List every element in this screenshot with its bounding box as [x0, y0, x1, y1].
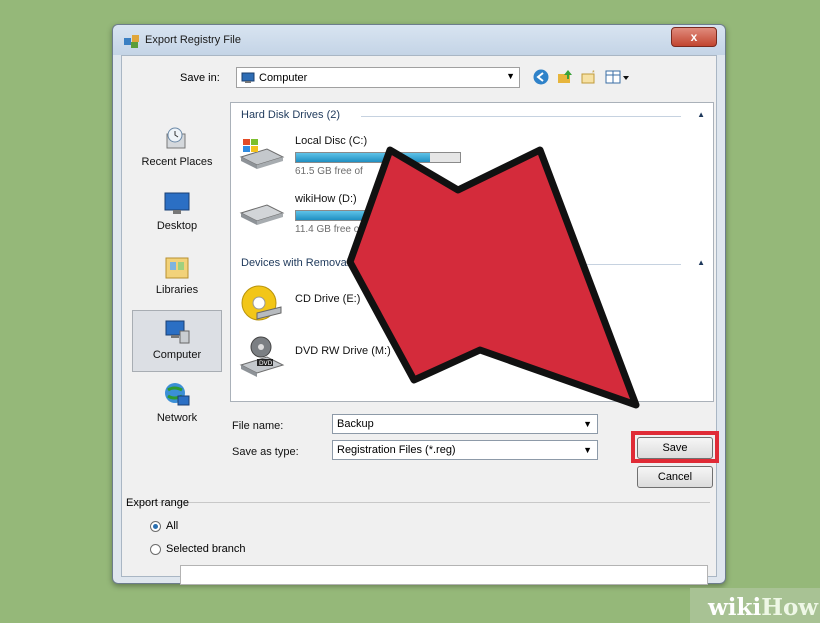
place-label: Recent Places: [141, 156, 213, 168]
close-icon: x: [690, 30, 698, 44]
drive-item-d[interactable]: wikiHow (D:) 11.4 GB free of 104 GB: [237, 189, 537, 239]
drive-name: Local Disc (C:): [295, 135, 368, 147]
drive-free-space: 11.4 GB free of 104 GB: [295, 224, 399, 235]
cancel-button[interactable]: Cancel: [637, 466, 713, 488]
svg-text:*: *: [592, 70, 595, 77]
computer-icon: [241, 72, 255, 83]
up-folder-icon[interactable]: [556, 68, 574, 86]
export-registry-dialog: Export Registry File x Save in: Computer…: [112, 24, 726, 585]
selected-branch-input[interactable]: [180, 565, 708, 585]
window-title: Export Registry File: [145, 34, 241, 46]
collapse-chevron-icon[interactable]: ▲: [697, 110, 705, 119]
hard-drive-windows-icon: [239, 139, 285, 169]
export-all-radio[interactable]: [150, 521, 161, 532]
save-in-value: Computer: [259, 72, 308, 84]
file-name-value: Backup: [337, 418, 374, 430]
place-desktop[interactable]: Desktop: [132, 182, 222, 244]
drive-usage-fill: [296, 211, 442, 220]
save-in-label: Save in:: [180, 72, 220, 84]
group-divider: [461, 264, 681, 265]
save-as-type-label: Save as type:: [232, 446, 299, 458]
places-bar: Recent Places Desktop Libraries Computer…: [132, 118, 224, 440]
place-recent-places[interactable]: Recent Places: [132, 118, 222, 180]
drive-item-c[interactable]: Local Disc (C:) 61.5 GB free of: [237, 131, 537, 181]
place-computer[interactable]: Computer: [132, 310, 222, 372]
file-list-pane[interactable]: Hard Disk Drives (2) ▲ Local Disc (C:) 6…: [230, 102, 714, 402]
export-range-title: Export range: [126, 497, 189, 509]
view-menu-icon[interactable]: [604, 68, 632, 86]
hard-drive-icon: [239, 204, 285, 225]
drive-free-space: 61.5 GB free of: [295, 166, 363, 177]
cd-drive-icon: [241, 285, 282, 321]
computer-icon: [165, 320, 190, 344]
save-as-type-value: Registration Files (*.reg): [337, 444, 456, 456]
new-folder-icon[interactable]: *: [580, 68, 598, 86]
place-label: Desktop: [156, 220, 198, 232]
libraries-icon: [165, 257, 189, 279]
dvd-drive-icon: DVD: [239, 336, 285, 377]
save-button-highlight: [631, 431, 719, 463]
export-selected-branch-label: Selected branch: [166, 543, 246, 555]
place-label: Computer: [152, 349, 202, 361]
chevron-down-icon: ▼: [506, 71, 515, 81]
place-label: Libraries: [155, 284, 199, 296]
watermark-how: How: [761, 594, 819, 621]
desktop-icon: [164, 192, 190, 214]
export-selected-branch-radio[interactable]: [150, 544, 161, 555]
watermark-wiki: wiki: [708, 594, 762, 621]
group-divider: [361, 116, 681, 117]
place-network[interactable]: Network: [132, 374, 222, 436]
drive-usage-fill: [296, 153, 431, 162]
place-label: Network: [156, 412, 198, 424]
registry-editor-icon: [124, 35, 139, 48]
drive-usage-bar: [295, 210, 461, 221]
chevron-down-icon[interactable]: ▼: [583, 419, 592, 429]
export-range-group: Export range All Selected branch: [126, 497, 710, 585]
group-header-hdd[interactable]: Hard Disk Drives (2): [241, 109, 340, 121]
export-all-label: All: [166, 520, 179, 532]
back-icon[interactable]: [532, 68, 550, 86]
file-name-label: File name:: [232, 420, 284, 432]
file-name-input[interactable]: Backup ▼: [332, 414, 598, 434]
drive-usage-bar: [295, 152, 461, 163]
wikihow-watermark: wikiHow: [690, 588, 820, 623]
group-header-removable[interactable]: Devices with Removable Storage (2): [241, 257, 420, 269]
drive-item-m[interactable]: DVD DVD RW Drive (M:): [237, 331, 537, 381]
collapse-chevron-icon[interactable]: ▲: [697, 258, 705, 267]
save-in-dropdown[interactable]: Computer ▼: [236, 67, 520, 88]
save-as-type-dropdown[interactable]: Registration Files (*.reg) ▼: [332, 440, 598, 460]
title-bar[interactable]: Export Registry File x: [113, 25, 725, 55]
drive-name: DVD RW Drive (M:): [295, 345, 391, 357]
drive-name: wikiHow (D:): [295, 193, 357, 205]
drive-item-e[interactable]: CD Drive (E:): [237, 277, 537, 327]
place-libraries[interactable]: Libraries: [132, 246, 222, 308]
drive-name: CD Drive (E:): [295, 293, 361, 305]
chevron-down-icon: ▼: [583, 445, 592, 455]
dialog-client: Save in: Computer ▼ * Recent Places Desk…: [121, 55, 719, 585]
close-button[interactable]: x: [671, 27, 717, 47]
svg-text:DVD: DVD: [259, 360, 273, 367]
network-icon: [165, 383, 190, 406]
recent-places-icon: [166, 127, 186, 149]
